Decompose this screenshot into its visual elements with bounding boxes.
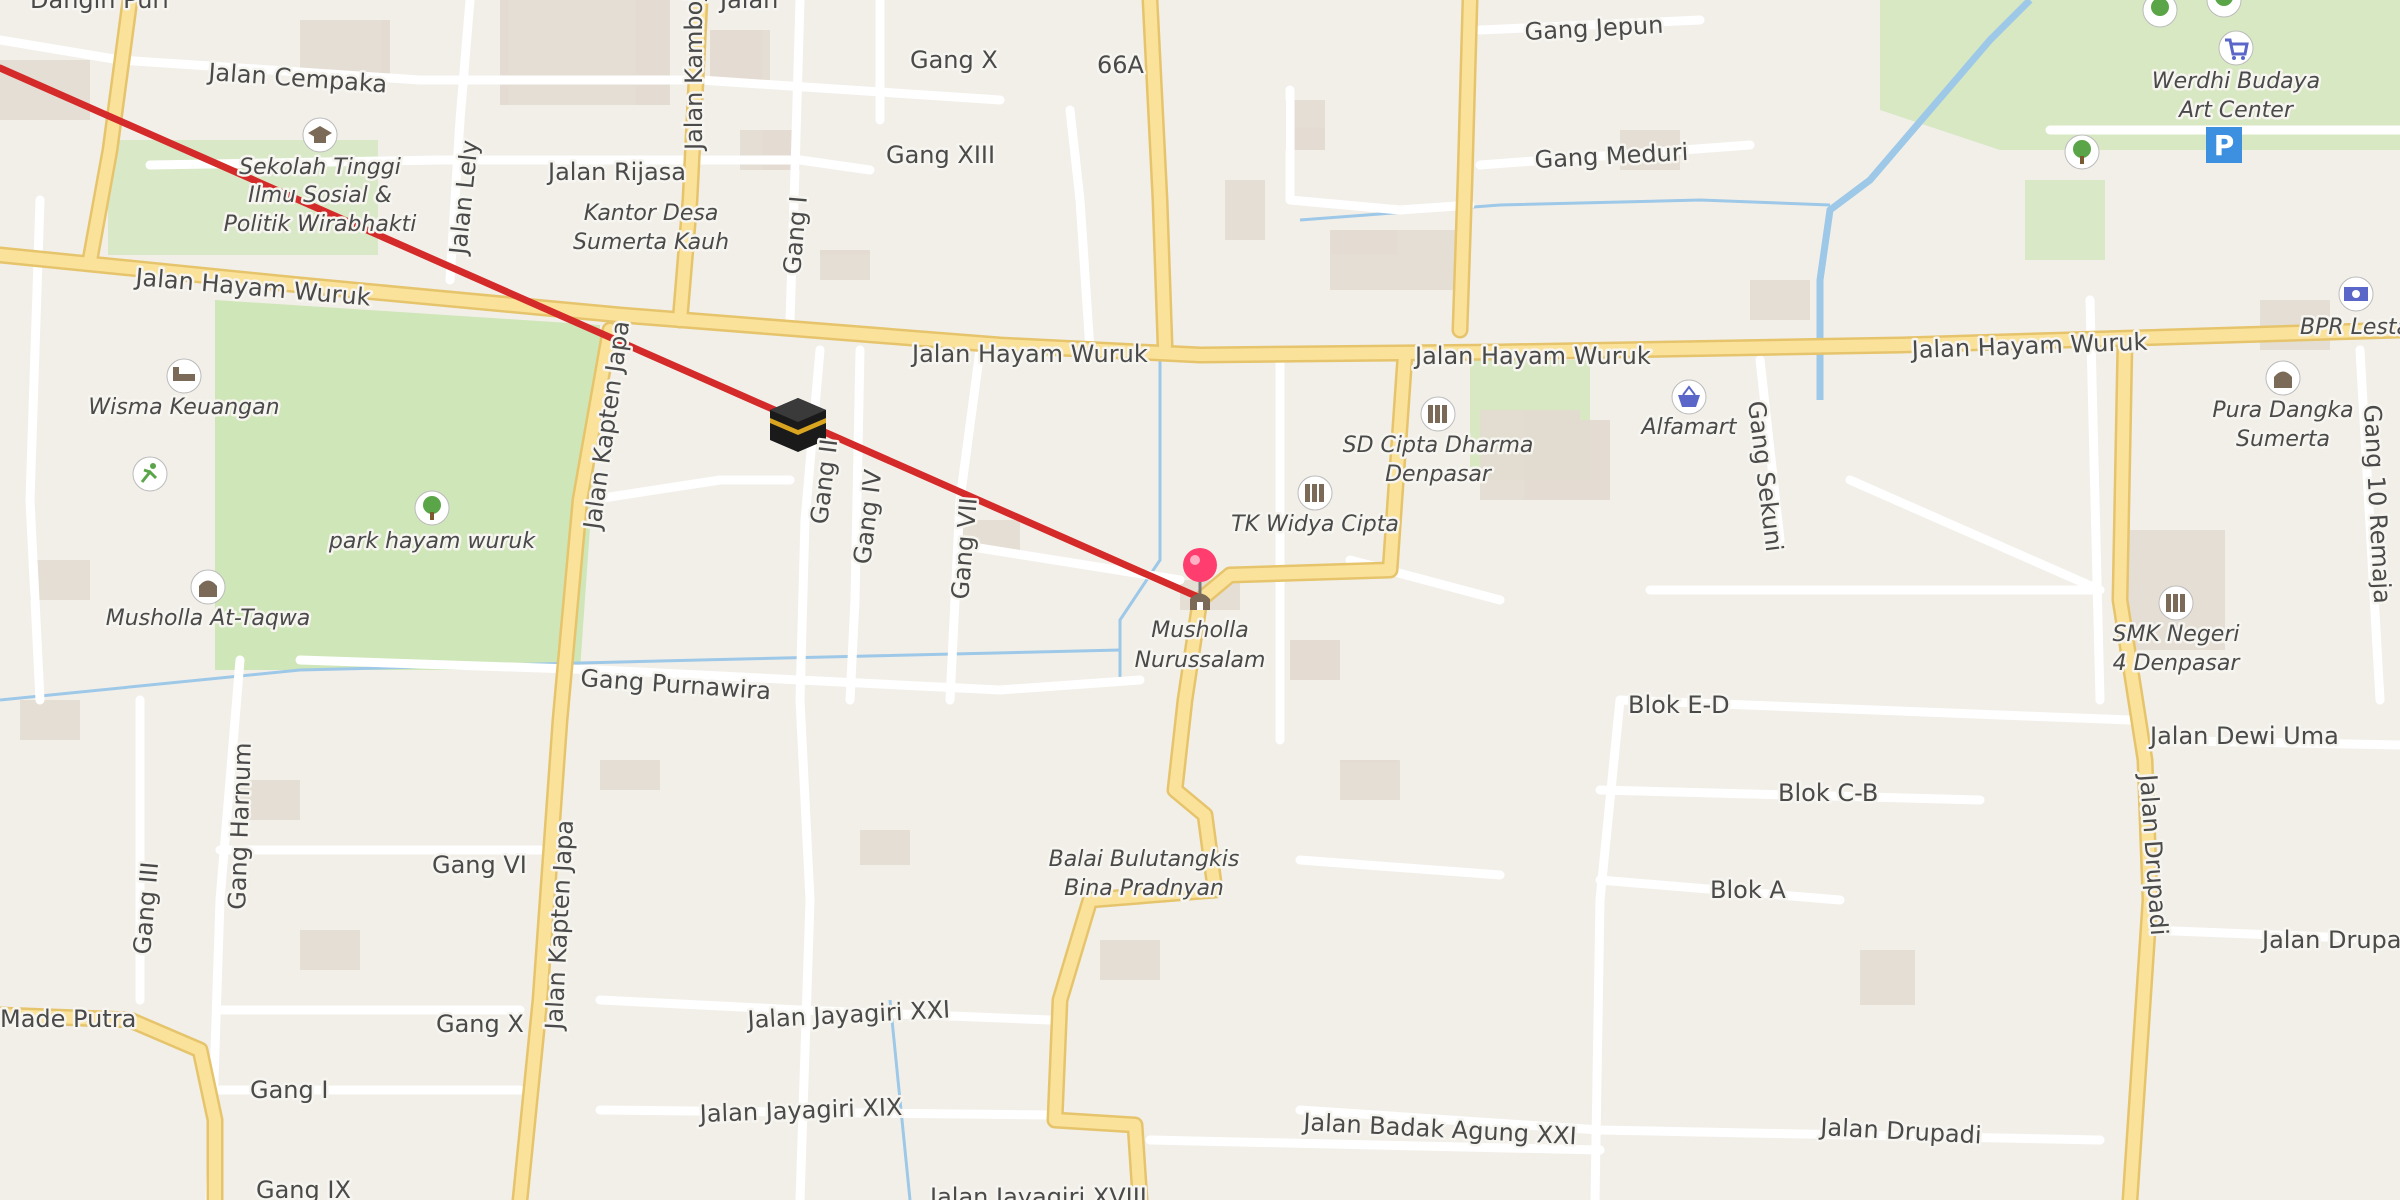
- road-label-jalan-kamboja: Jalan Kamboja: [680, 0, 708, 152]
- building: [1225, 180, 1265, 240]
- road-label-gang-vi: Gang VI: [432, 851, 527, 879]
- road-label-hayam-wuruk: Jalan Hayam Wuruk: [1413, 342, 1651, 370]
- parking-icon[interactable]: P: [2206, 127, 2242, 163]
- building: [1290, 640, 1340, 680]
- road-label-made-putra: Made Putra: [0, 1005, 136, 1033]
- poi-label-sekolah-tinggi: Ilmu Sosial &: [248, 183, 392, 208]
- graduation-cap-icon[interactable]: [302, 117, 338, 153]
- poi-label-sekolah-tinggi: Sekolah Tinggi: [239, 155, 401, 180]
- poi-label-kantor-desa: Sumerta Kauh: [573, 230, 729, 255]
- building: [710, 30, 770, 80]
- poi-label-kantor-desa: Kantor Desa: [584, 201, 719, 226]
- shopping-basket-icon[interactable]: [1671, 379, 1707, 415]
- running-person-icon[interactable]: [132, 456, 168, 492]
- school-icon[interactable]: [1297, 475, 1333, 511]
- parking-symbol: P: [2214, 129, 2235, 162]
- tree-icon[interactable]: [414, 490, 450, 526]
- poi-label-musholla-at-taqwa: Musholla At-Taqwa: [106, 606, 311, 631]
- building: [500, 0, 670, 105]
- building: [1580, 420, 1610, 500]
- poi-label-balai-bulutangkis: Bina Pradnyan: [1064, 876, 1224, 901]
- building: [820, 250, 870, 280]
- poi-label-werdhi-budaya: Werdhi Budaya: [2152, 69, 2320, 94]
- road-label-jalan-rijasa: Jalan Rijasa: [546, 158, 686, 186]
- road-label-jalan-drupadi: Jalan Drupadi: [2260, 926, 2400, 954]
- poi-label-smk-negeri: SMK Negeri: [2112, 622, 2239, 647]
- road-label-66a: 66A: [1097, 51, 1145, 79]
- poi-label-sd-cipta-dharma: Denpasar: [1385, 462, 1493, 487]
- poi-label-sd-cipta-dharma: SD Cipta Dharma: [1343, 433, 1534, 458]
- poi-label-bpr-lestari: BPR Lestari: [2300, 315, 2400, 340]
- building: [1330, 230, 1460, 290]
- road-label-gang-x: Gang X: [910, 46, 998, 74]
- tree-icon[interactable]: [2064, 134, 2100, 170]
- road-label-blok-e-d: Blok E-D: [1628, 691, 1730, 719]
- poi-label-sekolah-tinggi: Politik Wirabhakti: [224, 212, 417, 237]
- road-label-jalan-dewi-uma: Jalan Dewi Uma: [2148, 722, 2339, 750]
- building: [600, 760, 660, 790]
- place-of-worship-icon[interactable]: [190, 569, 226, 605]
- school-icon[interactable]: [2158, 585, 2194, 621]
- poi-label-werdhi-budaya: Art Center: [2177, 98, 2295, 123]
- building: [1860, 950, 1915, 1005]
- road-label-dangin-puri: Dangin Puri: [30, 0, 169, 14]
- road-label-jalan-jayagiri-xviii: Jalan Jayagiri XVIII: [928, 1183, 1147, 1200]
- road-label-gang-i: Gang I: [250, 1076, 328, 1104]
- poi-label-balai-bulutangkis: Balai Bulutangkis: [1049, 847, 1240, 872]
- poi-label-alfamart: Alfamart: [1640, 415, 1738, 440]
- poi-label-musholla-nurussalam: Musholla: [1151, 618, 1249, 643]
- road-label-gang-ix: Gang IX: [256, 1176, 351, 1200]
- poi-label-pura-dangka: Sumerta: [2236, 427, 2330, 452]
- poi-label-musholla-nurussalam: Nurussalam: [1135, 648, 1266, 673]
- poi-label-park-hayam-wuruk: park hayam wuruk: [328, 529, 536, 554]
- road-label-blok-a: Blok A: [1710, 876, 1786, 904]
- road-label-jalan: Jalan: [718, 0, 778, 14]
- school-icon[interactable]: [1420, 396, 1456, 432]
- road-label-blok-c-b: Blok C-B: [1778, 779, 1878, 807]
- road-label-gang-x: Gang X: [436, 1010, 524, 1038]
- poi-label-smk-negeri: 4 Denpasar: [2113, 651, 2242, 676]
- building: [860, 830, 910, 865]
- bank-icon[interactable]: [2338, 276, 2374, 312]
- map-canvas[interactable]: P Dangin Puri Jalan Jalan Cempaka Jalan …: [0, 0, 2400, 1200]
- green-patch: [2025, 180, 2105, 260]
- poi-label-wisma-keuangan: Wisma Keuangan: [88, 395, 279, 420]
- poi-label-pura-dangka: Pura Dangka: [2212, 398, 2353, 423]
- building: [300, 930, 360, 970]
- building: [20, 700, 80, 740]
- building: [1750, 280, 1810, 320]
- temple-icon[interactable]: [2265, 360, 2301, 396]
- building: [1340, 760, 1400, 800]
- road-label-hayam-wuruk: Jalan Hayam Wuruk: [910, 340, 1148, 368]
- hotel-bed-icon[interactable]: [166, 358, 202, 394]
- road-label-gang-harnum: Gang Harnum: [223, 742, 257, 910]
- poi-label-tk-widya-cipta: TK Widya Cipta: [1231, 512, 1399, 537]
- building: [1100, 940, 1160, 980]
- road-label-gang-xiii: Gang XIII: [886, 141, 995, 169]
- shopping-cart-icon[interactable]: [2218, 30, 2254, 66]
